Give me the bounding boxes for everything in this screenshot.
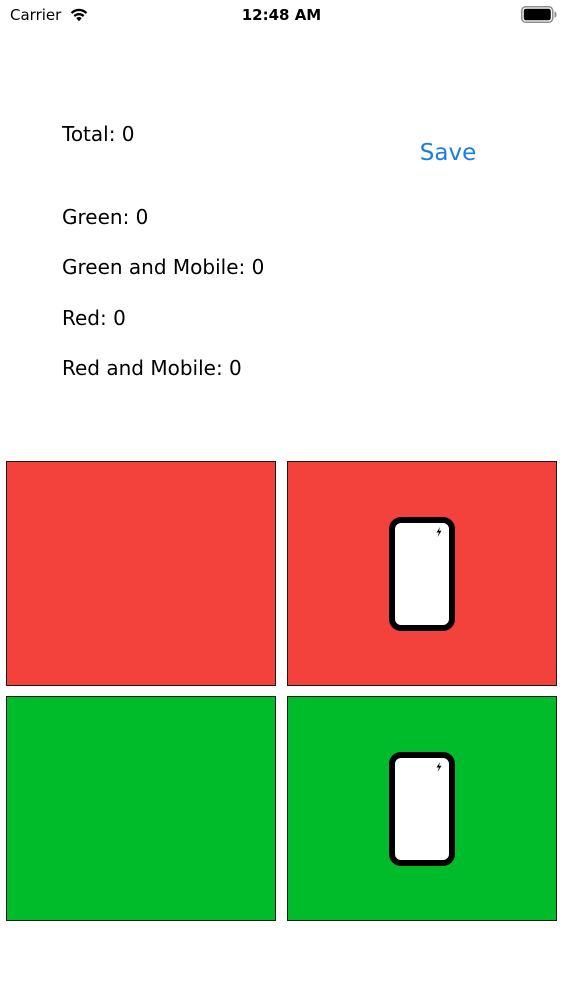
red-tile[interactable] (6, 461, 276, 686)
total-count: Total: 0 (62, 122, 135, 146)
status-time: 12:48 AM (241, 6, 322, 24)
red-count: Red: 0 (62, 306, 126, 330)
save-button[interactable]: Save (410, 136, 486, 170)
status-bar: Carrier 12:48 AM (0, 0, 563, 30)
green-tile[interactable] (6, 696, 276, 921)
red-mobile-tile[interactable] (287, 461, 557, 686)
green-mobile-tile[interactable] (287, 696, 557, 921)
mobile-phone-icon (389, 517, 455, 631)
battery-full-icon (521, 6, 557, 23)
mobile-phone-icon (389, 752, 455, 866)
green-count: Green: 0 (62, 205, 149, 229)
green-mobile-count: Green and Mobile: 0 (62, 255, 265, 279)
red-mobile-count: Red and Mobile: 0 (62, 356, 242, 380)
